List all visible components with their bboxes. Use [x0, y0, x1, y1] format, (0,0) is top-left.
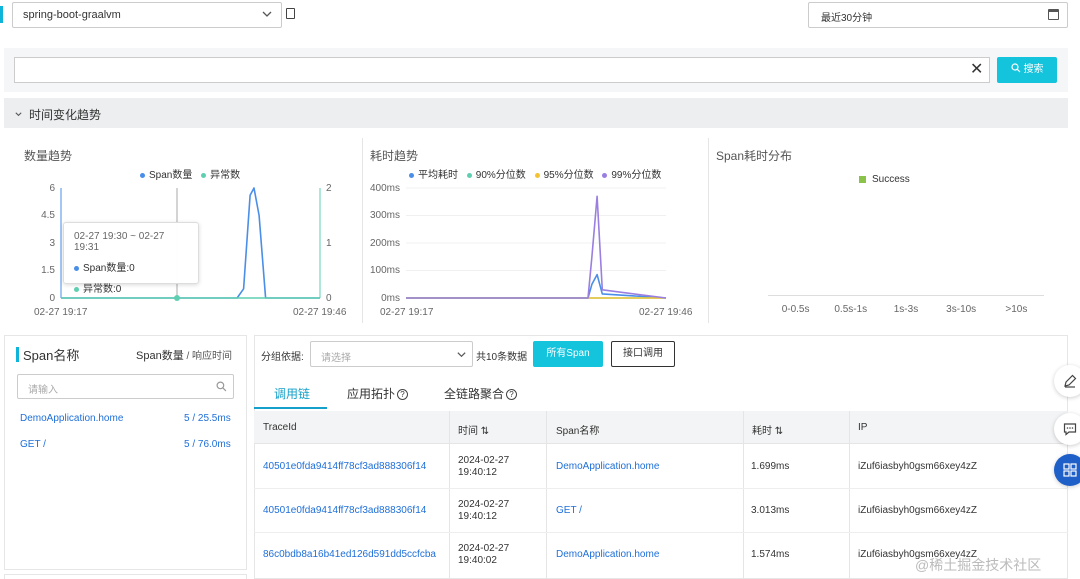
- sort-icon: ⇅: [480, 426, 490, 437]
- total-count: 共10条数据: [476, 352, 528, 363]
- row-ip: iZuf6iasbyh0gsm66xey4zZ: [858, 461, 977, 472]
- api-call-button[interactable]: 接口调用: [611, 341, 675, 367]
- clear-icon[interactable]: ✕: [970, 61, 983, 79]
- time-range-value: 最近30分钟: [821, 13, 873, 24]
- search-button[interactable]: 搜索: [997, 57, 1057, 83]
- series-line: [406, 273, 667, 299]
- column-label: 时间: [458, 426, 478, 437]
- tab-topology[interactable]: 应用拓扑?: [347, 385, 409, 402]
- chart-divider: [708, 138, 709, 323]
- edit-float-button[interactable]: [1054, 365, 1080, 397]
- response-time-label: / 响应时间: [183, 351, 233, 362]
- search-icon: [1010, 63, 1020, 73]
- x-tick-label: 0.5s-1s: [834, 304, 868, 315]
- column-label: 耗时: [752, 426, 772, 437]
- x-tick-label: 1s-3s: [893, 304, 919, 315]
- tab-aggregation[interactable]: 全链路聚合?: [444, 385, 518, 402]
- x-tick-label: 3s-10s: [946, 304, 977, 315]
- calendar-icon: [1048, 9, 1059, 20]
- series-line: [406, 195, 667, 299]
- search-button-label: 搜索: [1023, 64, 1044, 75]
- hover-point: [174, 295, 180, 301]
- x-tick-label: 0-0.5s: [781, 304, 810, 315]
- dist-chart-title: Span耗时分布: [716, 149, 793, 163]
- next-panel-edge: [4, 574, 247, 579]
- row-time: 2024-02-27 19:40:12: [458, 455, 509, 479]
- row-date: 2024-02-27: [458, 499, 510, 510]
- span-search-placeholder: 请输入: [28, 385, 58, 396]
- span-item-name[interactable]: DemoApplication.home: [20, 413, 123, 424]
- tooltip-dot: [74, 286, 79, 292]
- table-row[interactable]: 40501e0fda9414ff78cf3ad888306f14 2024-02…: [254, 488, 1068, 532]
- row-date: 2024-02-27: [458, 543, 510, 554]
- span-panel-title: Span名称: [23, 348, 80, 363]
- trace-id-link[interactable]: 40501e0fda9414ff78cf3ad888306f14: [263, 461, 426, 472]
- group-by-label: 分组依据:: [261, 352, 304, 363]
- sort-icon: ⇅: [774, 426, 784, 437]
- all-span-button[interactable]: 所有Span: [533, 341, 603, 367]
- pencil-icon: [1064, 374, 1077, 388]
- span-list-panel: [4, 335, 247, 570]
- chevron-down-icon: [457, 352, 466, 358]
- dist-baseline: [768, 295, 1044, 296]
- table-row[interactable]: 40501e0fda9414ff78cf3ad888306f14 2024-02…: [254, 444, 1068, 488]
- span-count-label: Span数量: [136, 350, 184, 362]
- row-clock: 19:40:02: [458, 555, 497, 566]
- help-icon: ?: [506, 389, 518, 401]
- tooltip-value: Span数量:0: [83, 263, 135, 274]
- row-duration: 1.699ms: [751, 461, 790, 472]
- tooltip-row: 异常数:0: [74, 280, 188, 295]
- span-name-link[interactable]: DemoApplication.home: [556, 549, 659, 560]
- legend-label: Success: [872, 174, 910, 185]
- x-tick-label: >10s: [1005, 304, 1028, 315]
- span-item-stat: 5 / 25.5ms: [184, 413, 231, 424]
- span-search-input[interactable]: 请输入: [17, 374, 234, 399]
- trace-id-link[interactable]: 40501e0fda9414ff78cf3ad888306f14: [263, 505, 426, 516]
- tooltip-time: 02-27 19:30 ~ 02-27 19:31: [74, 231, 165, 253]
- span-item-name[interactable]: GET /: [20, 439, 46, 450]
- row-time: 2024-02-27 19:40:12: [458, 499, 509, 523]
- tooltip-value: 异常数:0: [83, 284, 122, 295]
- apps-float-button[interactable]: [1054, 454, 1080, 486]
- trace-id-link[interactable]: 86c0bdb8a16b41ed126d591dd5ccfcba: [263, 549, 436, 560]
- span-panel-subtitle: Span数量 / 响应时间: [136, 347, 232, 363]
- row-duration: 3.013ms: [751, 505, 790, 516]
- column-header-duration[interactable]: 耗时 ⇅: [752, 422, 783, 437]
- feedback-float-button[interactable]: [1054, 413, 1080, 445]
- duration-chart[interactable]: [362, 0, 708, 330]
- group-by-placeholder: 请选择: [321, 353, 351, 364]
- chat-icon: [1063, 423, 1077, 436]
- grid-icon: [1063, 463, 1077, 477]
- watermark: @稀土掘金技术社区: [915, 557, 1042, 573]
- tab-call-chain[interactable]: 调用链: [274, 385, 310, 402]
- span-name-link[interactable]: GET /: [556, 505, 582, 516]
- column-header-traceid: TraceId: [263, 422, 297, 433]
- group-by-select[interactable]: 请选择: [310, 341, 473, 367]
- row-time: 2024-02-27 19:40:02: [458, 543, 509, 567]
- span-panel-accent: [16, 347, 19, 362]
- time-range-picker[interactable]: 最近30分钟: [808, 2, 1068, 28]
- column-header-time[interactable]: 时间 ⇅: [458, 422, 489, 437]
- row-date: 2024-02-27: [458, 455, 510, 466]
- help-icon: ?: [397, 389, 409, 401]
- tooltip-dot: [74, 265, 79, 271]
- tab-label: 应用拓扑: [347, 387, 396, 401]
- span-name-link[interactable]: DemoApplication.home: [556, 461, 659, 472]
- row-ip: iZuf6iasbyh0gsm66xey4zZ: [858, 505, 977, 516]
- row-duration: 1.574ms: [751, 549, 790, 560]
- column-header-ip: IP: [858, 422, 868, 433]
- row-clock: 19:40:12: [458, 467, 497, 478]
- search-icon: [216, 381, 227, 392]
- row-clock: 19:40:12: [458, 511, 497, 522]
- chart-tooltip: 02-27 19:30 ~ 02-27 19:31 Span数量:0 异常数:0: [63, 222, 199, 295]
- tab-label: 全链路聚合: [444, 387, 505, 401]
- span-item-stat: 5 / 76.0ms: [184, 439, 231, 450]
- trace-table-header: [254, 411, 1068, 444]
- legend-item[interactable]: Success: [859, 174, 910, 185]
- dist-legend: Success: [859, 174, 910, 185]
- tooltip-row: Span数量:0: [74, 259, 188, 274]
- active-tab-indicator: [254, 407, 327, 409]
- column-header-span: Span名称: [556, 426, 600, 437]
- legend-square: [859, 175, 866, 183]
